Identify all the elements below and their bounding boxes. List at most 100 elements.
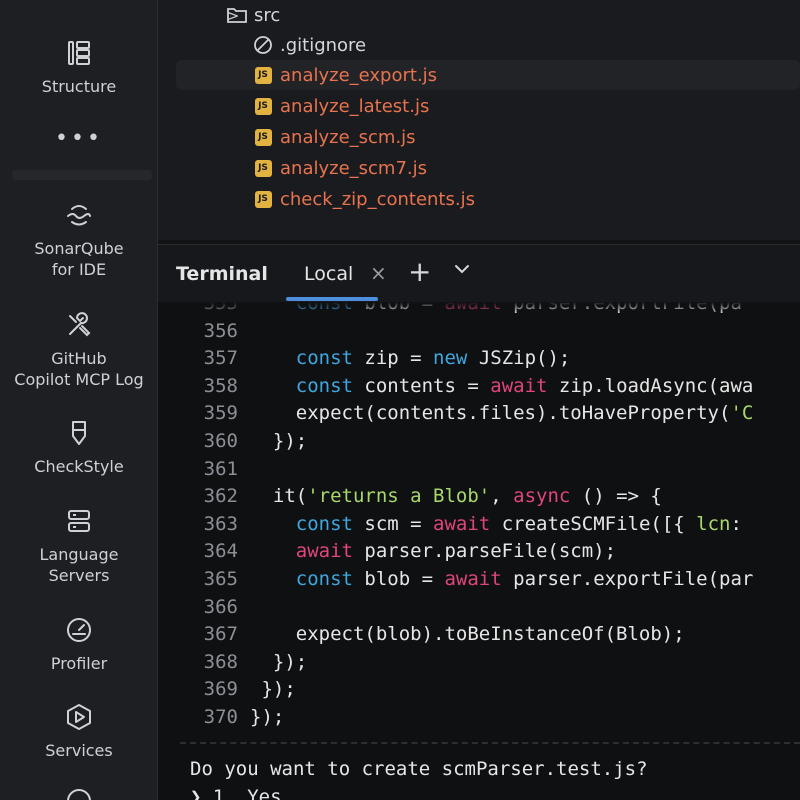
line-number: 367 bbox=[203, 623, 238, 646]
tool-copilot-mcp-log[interactable]: GitHub Copilot MCP Log bbox=[0, 308, 158, 390]
js-file-icon: JS bbox=[252, 95, 274, 117]
code-text: const scm = await createSCMFile([{ lcn: bbox=[295, 512, 742, 535]
tree-file-js[interactable]: JS check_zip_contents.js bbox=[176, 184, 800, 214]
project-tree: > src .gitignore JS analyze_export.js JS… bbox=[158, 0, 800, 240]
tool-profiler-label: Profiler bbox=[50, 654, 108, 673]
code-line: 358 const contents = await zip.loadAsync… bbox=[158, 373, 754, 400]
code-text: const contents = await zip.loadAsync(awa bbox=[295, 374, 754, 397]
code-text: const blob = await parser.exportFile(par bbox=[295, 568, 754, 590]
tool-copilot-mcp-log-label: GitHub Copilot MCP Log bbox=[14, 349, 144, 389]
code-line: 357 const zip = new JSZip(); bbox=[158, 345, 571, 372]
line-number: 364 bbox=[203, 540, 238, 563]
line-number: 361 bbox=[203, 457, 238, 480]
tree-file-js[interactable]: JS analyze_scm7.js bbox=[176, 153, 800, 183]
code-text: expect(blob).toBeInstanceOf(Blob); bbox=[250, 623, 685, 646]
code-line: 370}); bbox=[158, 704, 285, 731]
terminal-title: Terminal bbox=[176, 263, 268, 285]
code-text: expect(contents.files).toHaveProperty('C bbox=[250, 402, 754, 425]
code-text: }); bbox=[250, 678, 296, 701]
chevron-right-icon[interactable]: > bbox=[176, 6, 239, 25]
tool-structure[interactable]: Structure bbox=[0, 36, 158, 97]
prompt-option-yes[interactable]: ❯ 1. Yes bbox=[190, 786, 282, 800]
tree-file-js[interactable]: JS analyze_latest.js bbox=[176, 91, 800, 121]
wrench-icon bbox=[62, 308, 96, 342]
code-text: await parser.parseFile(scm); bbox=[295, 540, 617, 563]
tool-window-sidebar: Structure ••• SonarQube for IDE GitHub C… bbox=[0, 0, 158, 800]
partial-tool-icon bbox=[62, 784, 96, 800]
tool-services[interactable]: Services bbox=[0, 700, 158, 761]
folder-icon bbox=[226, 4, 248, 26]
line-number: 370 bbox=[203, 706, 238, 728]
line-number: 360 bbox=[203, 430, 238, 452]
code-line: 369 }); bbox=[158, 676, 296, 703]
code-line: 366 bbox=[158, 594, 250, 621]
js-file-icon: JS bbox=[252, 64, 274, 86]
tool-services-label: Services bbox=[45, 741, 113, 760]
code-line: 363 const scm = await createSCMFile([{ l… bbox=[158, 511, 742, 538]
tool-language-servers[interactable]: Language Servers bbox=[0, 504, 158, 586]
line-number: 363 bbox=[203, 512, 238, 535]
tree-file-label: analyze_scm.js bbox=[280, 126, 416, 148]
code-line: 360 }); bbox=[158, 428, 308, 455]
sonarqube-icon bbox=[62, 198, 96, 232]
code-line: 364 await parser.parseFile(scm); bbox=[158, 538, 616, 565]
prompt-divider bbox=[180, 742, 800, 744]
code-line: 365 const blob = await parser.exportFile… bbox=[158, 566, 754, 593]
tool-sonarqube[interactable]: SonarQube for IDE bbox=[0, 198, 158, 280]
line-number: 356 bbox=[203, 319, 238, 342]
line-number: 365 bbox=[203, 568, 238, 590]
js-file-icon: JS bbox=[252, 157, 274, 179]
code-text: const zip = new JSZip(); bbox=[295, 347, 571, 370]
servers-icon bbox=[62, 504, 96, 538]
js-file-icon: JS bbox=[252, 188, 274, 210]
terminal-output[interactable]: 355 const blob = await parser.exportFile… bbox=[158, 302, 800, 800]
code-line: 368 }); bbox=[158, 649, 308, 676]
scroll-fade bbox=[158, 302, 800, 314]
create-file-prompt: Do you want to create scmParser.test.js? bbox=[190, 758, 648, 780]
gauge-icon bbox=[62, 613, 96, 647]
code-line: 361 bbox=[158, 456, 250, 483]
line-number: 368 bbox=[203, 650, 238, 673]
code-text: }); bbox=[250, 706, 285, 728]
code-line: 367 expect(blob).toBeInstanceOf(Blob); bbox=[158, 621, 685, 648]
tool-sonarqube-label: SonarQube for IDE bbox=[34, 239, 124, 279]
tree-file-label: .gitignore bbox=[280, 34, 367, 56]
code-line: 362 it('returns a Blob', async () => { bbox=[158, 483, 662, 510]
terminal-header: Terminal Local × + bbox=[158, 244, 800, 302]
add-tab-icon[interactable]: + bbox=[408, 255, 431, 288]
tree-folder-label: src bbox=[254, 4, 281, 26]
tree-file-label: analyze_latest.js bbox=[280, 95, 430, 117]
js-file-icon: JS bbox=[252, 126, 274, 148]
tree-file-js[interactable]: JS analyze_scm.js bbox=[176, 122, 800, 152]
tool-partial[interactable] bbox=[0, 784, 158, 800]
more-tools-icon[interactable]: ••• bbox=[0, 126, 158, 151]
line-number: 366 bbox=[203, 595, 238, 618]
line-number: 369 bbox=[203, 678, 238, 701]
close-icon[interactable]: × bbox=[370, 261, 387, 285]
sidebar-divider bbox=[12, 170, 152, 180]
code-line: 359 expect(contents.files).toHavePropert… bbox=[158, 400, 754, 427]
tool-checkstyle-label: CheckStyle bbox=[34, 457, 124, 476]
tool-profiler[interactable]: Profiler bbox=[0, 613, 158, 674]
tree-file-label: check_zip_contents.js bbox=[280, 188, 475, 210]
tree-file-label: analyze_export.js bbox=[280, 64, 438, 86]
code-line: 356 bbox=[158, 318, 250, 345]
line-number: 362 bbox=[203, 485, 238, 508]
tool-checkstyle[interactable]: CheckStyle bbox=[0, 416, 158, 477]
code-text: it('returns a Blob', async () => { bbox=[250, 485, 662, 508]
code-text: }); bbox=[250, 430, 308, 452]
tool-language-servers-label: Language Servers bbox=[39, 545, 119, 585]
chevron-down-icon[interactable] bbox=[452, 259, 472, 283]
code-text: }); bbox=[250, 650, 308, 673]
tree-folder-src[interactable]: > src bbox=[176, 0, 800, 30]
active-tab-indicator bbox=[286, 297, 378, 301]
services-icon bbox=[62, 700, 96, 734]
tree-file-gitignore[interactable]: .gitignore bbox=[176, 30, 800, 60]
tab-local[interactable]: Local bbox=[304, 263, 353, 285]
line-number: 359 bbox=[203, 402, 238, 425]
tree-file-label: analyze_scm7.js bbox=[280, 157, 428, 179]
ignore-file-icon bbox=[252, 34, 274, 56]
tree-file-js[interactable]: JS analyze_export.js bbox=[176, 60, 800, 90]
tool-structure-label: Structure bbox=[41, 77, 117, 96]
line-number: 357 bbox=[203, 347, 238, 370]
